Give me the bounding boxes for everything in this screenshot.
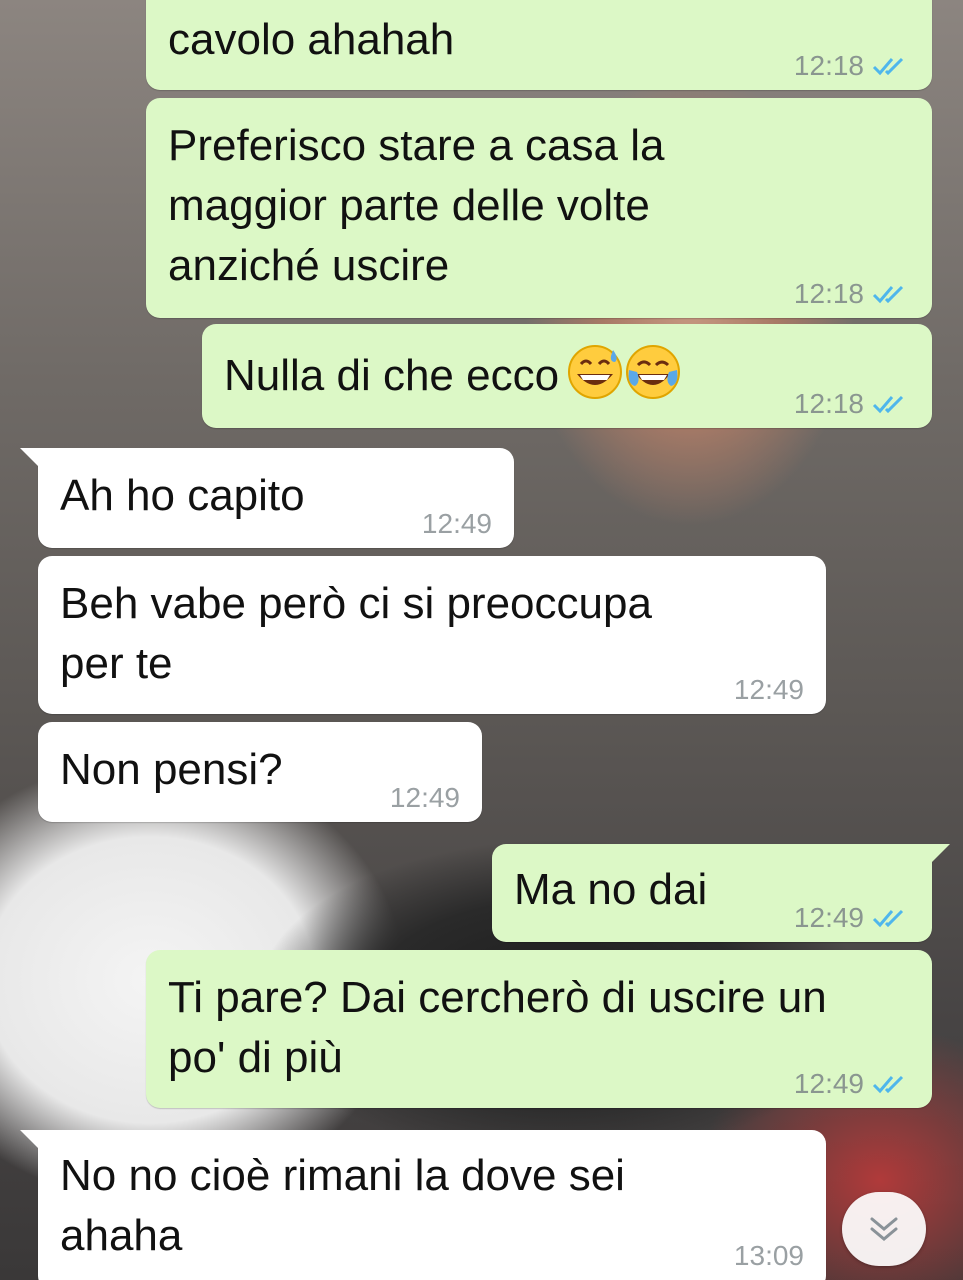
message-text: Non pensi?	[60, 745, 283, 794]
message-bubble-incoming[interactable]: Beh vabe però ci si preoccupa per te 12:…	[38, 556, 826, 714]
message-time: 12:49	[733, 674, 804, 705]
tears-of-joy-emoji	[626, 345, 681, 399]
message-meta: 12:49	[794, 902, 910, 934]
message-text: Beh vabe però ci si preoccupa per te	[60, 579, 652, 688]
message-bubble-outgoing[interactable]: Nulla di che ecco 12:18	[202, 324, 932, 428]
double-check-icon	[872, 1075, 904, 1094]
message-meta: 12:49	[794, 1068, 910, 1100]
message-bubble-outgoing[interactable]: cavolo ahahah 12:18	[146, 0, 932, 90]
message-meta: 13:09	[734, 1240, 804, 1272]
message-text: Ti pare? Dai cercherò di uscire un po' d…	[168, 973, 827, 1082]
message-text: Ma no dai	[514, 865, 708, 914]
double-check-icon	[872, 285, 904, 304]
message-meta: 12:18	[794, 388, 910, 420]
message-meta: 12:18	[794, 50, 910, 82]
double-check-icon	[872, 57, 904, 76]
scroll-to-bottom-button[interactable]	[842, 1192, 926, 1266]
message-text: Preferisco stare a casa la maggior parte…	[168, 121, 665, 290]
message-text: Nulla di che ecco	[224, 344, 681, 406]
message-meta: 12:49	[422, 508, 492, 540]
double-check-icon	[872, 395, 904, 414]
message-bubble-incoming[interactable]: No no cioè rimani la dove sei ahaha 13:0…	[20, 1130, 826, 1280]
message-bubble-outgoing[interactable]: Ma no dai 12:49	[492, 844, 950, 942]
message-time: 12:18	[793, 388, 864, 419]
message-time: 12:49	[793, 1068, 864, 1099]
message-time: 12:49	[793, 902, 864, 933]
message-time: 12:18	[793, 50, 864, 81]
message-text: cavolo ahahah	[168, 15, 455, 64]
message-time: 12:49	[421, 508, 492, 539]
message-text-content: Nulla di che ecco	[224, 351, 560, 400]
grinning-sweat-emoji	[568, 345, 623, 399]
message-bubble-incoming[interactable]: Non pensi? 12:49	[38, 722, 482, 822]
message-bubble-outgoing[interactable]: Preferisco stare a casa la maggior parte…	[146, 98, 932, 318]
message-meta: 12:49	[390, 782, 460, 814]
double-check-icon	[872, 909, 904, 928]
message-text: No no cioè rimani la dove sei ahaha	[60, 1151, 625, 1260]
message-bubble-incoming[interactable]: Ah ho capito 12:49	[20, 448, 514, 548]
message-time: 12:49	[389, 782, 460, 813]
message-meta: 12:18	[794, 278, 910, 310]
message-text: Ah ho capito	[60, 471, 305, 520]
message-meta: 12:49	[734, 674, 804, 706]
message-time: 12:18	[793, 278, 864, 309]
double-chevron-down-icon	[870, 1217, 898, 1241]
message-time: 13:09	[733, 1240, 804, 1271]
message-bubble-outgoing[interactable]: Ti pare? Dai cercherò di uscire un po' d…	[146, 950, 932, 1108]
